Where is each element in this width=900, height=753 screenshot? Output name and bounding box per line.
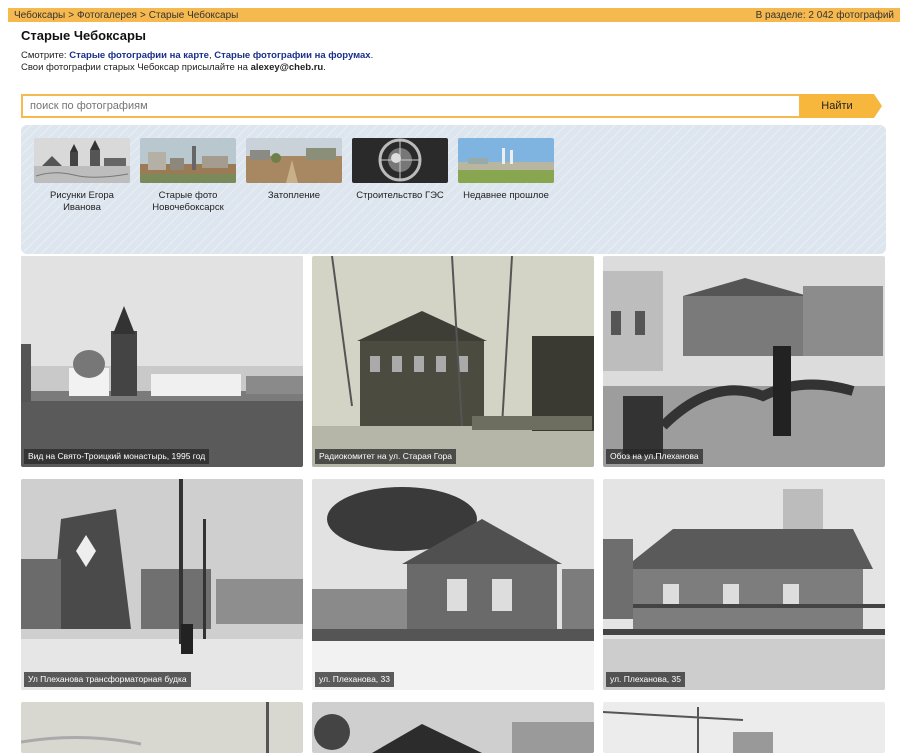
photo-card[interactable]: Обоз на ул.Плеханова <box>603 256 885 467</box>
breadcrumb-separator: > <box>139 9 146 21</box>
submit-photos-text: Свои фотографии старых Чебоксар присылай… <box>21 62 251 73</box>
photo-card[interactable] <box>21 702 303 753</box>
photo-plekhanova-35 <box>603 479 885 690</box>
photo-card[interactable] <box>603 702 885 753</box>
forum-photos-link[interactable]: Старые фотографии на форумах <box>214 50 370 61</box>
photo-wagon-train <box>603 256 885 467</box>
breadcrumb-link-city[interactable]: Чебоксары <box>14 10 65 21</box>
page-title: Старые Чебоксары <box>21 28 147 43</box>
search-button[interactable]: Найти <box>800 94 874 118</box>
photo-card[interactable] <box>312 702 594 753</box>
photo-caption: ул. Плеханова, 33 <box>315 672 394 687</box>
search-input[interactable] <box>21 94 801 118</box>
intro-text: Смотрите: Старые фотографии на карте, Ст… <box>21 50 373 74</box>
album-item[interactable]: Недавнее прошлое <box>458 138 554 202</box>
photo-plekhanova-33 <box>312 479 594 690</box>
search-button-arrow <box>874 94 882 118</box>
photo-transformer-booth <box>21 479 303 690</box>
album-item[interactable]: Старые фото Новочебоксарск <box>140 138 236 214</box>
intro-period: . <box>323 62 326 73</box>
search-bar: Найти <box>21 94 883 118</box>
album-label: Рисунки Егора Иванова <box>50 190 114 213</box>
album-label: Старые фото Новочебоксарск <box>152 190 224 213</box>
album-item[interactable]: Затопление <box>246 138 342 202</box>
breadcrumb-separator: > <box>68 9 75 21</box>
album-thumb-recent-past <box>458 138 554 183</box>
album-item[interactable]: Строительство ГЭС <box>352 138 448 202</box>
photo-monastery <box>21 256 303 467</box>
photo-card[interactable]: Ул Плеханова трансформаторная будка <box>21 479 303 690</box>
album-label: Затопление <box>267 190 321 201</box>
album-label: Строительство ГЭС <box>356 190 444 201</box>
album-thumb-hydro-plant <box>352 138 448 183</box>
photo-row3-right <box>603 702 885 753</box>
map-photos-link[interactable]: Старые фотографии на карте <box>69 50 209 61</box>
photo-card[interactable]: ул. Плеханова, 33 <box>312 479 594 690</box>
photo-radio-committee <box>312 256 594 467</box>
top-bar: Чебоксары > Фотогалерея > Старые Чебоксары В… <box>8 8 900 22</box>
photo-caption: Ул Плеханова трансформаторная будка <box>24 672 191 687</box>
photo-card[interactable]: Радиокомитет на ул. Старая Гора <box>312 256 594 467</box>
album-thumb-flooding <box>246 138 342 183</box>
album-thumb-drawings <box>34 138 130 183</box>
breadcrumb-link-gallery[interactable]: Фотогалерея <box>77 10 137 21</box>
photo-caption: Вид на Свято-Троицкий монастырь, 1995 го… <box>24 449 210 464</box>
section-photo-count: В разделе: 2 042 фотографий <box>755 9 894 21</box>
intro-see-label: Смотрите: <box>21 50 70 61</box>
breadcrumb-current: Старые Чебоксары <box>148 9 239 21</box>
photo-card[interactable]: Вид на Свято-Троицкий монастырь, 1995 го… <box>21 256 303 467</box>
photo-row3-left <box>21 702 303 753</box>
breadcrumb: Чебоксары > Фотогалерея > Старые Чебоксары <box>14 10 238 21</box>
photo-caption: Радиокомитет на ул. Старая Гора <box>315 449 457 464</box>
photo-caption: ул. Плеханова, 35 <box>606 672 685 687</box>
photo-caption: Обоз на ул.Плеханова <box>606 449 703 464</box>
album-strip: Рисунки Егора Иванова Старые фото Новоче… <box>21 125 886 254</box>
album-label: Недавнее прошлое <box>463 190 549 201</box>
photo-row3-middle <box>312 702 594 753</box>
album-thumb-novocheboksarsk <box>140 138 236 183</box>
contact-email[interactable]: alexey@cheb.ru <box>251 62 324 73</box>
album-item[interactable]: Рисунки Егора Иванова <box>34 138 130 214</box>
intro-period: . <box>370 50 374 61</box>
photo-card[interactable]: ул. Плеханова, 35 <box>603 479 885 690</box>
